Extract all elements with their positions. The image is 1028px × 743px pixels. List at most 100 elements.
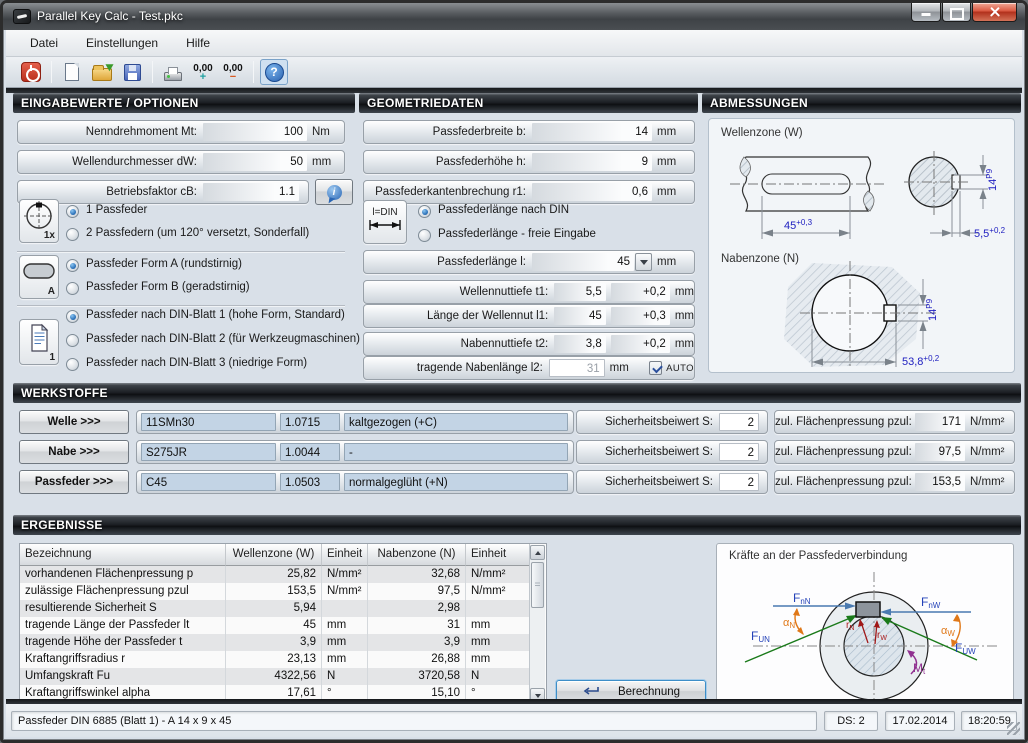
welle-safety-input[interactable]: 2	[719, 413, 759, 431]
table-scrollbar[interactable]	[529, 545, 545, 703]
col-header: Einheit	[322, 544, 368, 566]
hub-drawing: 14P9 53,8+0,2	[712, 255, 1012, 373]
decimals-plus-icon: 0,00+	[193, 64, 212, 82]
result-w-value: 45	[226, 617, 322, 634]
material-name: C45	[141, 473, 276, 491]
passfederlaenge-input[interactable]: 45	[532, 253, 634, 271]
radio-label[interactable]: Passfederlänge - freie Eingabe	[438, 228, 596, 240]
pressure-label: zul. Flächenpressung pzul:	[775, 446, 915, 458]
field-label: Länge der Wellennut l1:	[364, 310, 554, 322]
menu-datei[interactable]: Datei	[20, 32, 68, 54]
decimals-decrease-button[interactable]: 0,00−	[219, 59, 247, 85]
radio-din-blatt-3[interactable]	[66, 358, 79, 371]
welle-material-button[interactable]: Welle >>>	[19, 410, 129, 434]
radio-length-free[interactable]	[418, 229, 431, 242]
result-w-unit	[322, 600, 368, 617]
kantenbrechung-input[interactable]: 0,6	[532, 183, 652, 201]
auto-checkbox[interactable]	[649, 361, 662, 375]
result-w-value: 5,94	[226, 600, 322, 617]
nabennuttiefe-input[interactable]: 3,8	[554, 335, 605, 353]
radio-length-din[interactable]	[418, 205, 431, 218]
geometry-panel-header: GEOMETRIEDATEN	[359, 93, 698, 113]
result-n-value: 97,5	[368, 583, 466, 600]
radio-label[interactable]: Passfeder nach DIN-Blatt 1 (hohe Form, S…	[86, 309, 345, 321]
passfederbreite-input[interactable]: 14	[532, 123, 652, 141]
wellennuttiefe-tolerance: +0,2	[611, 283, 670, 301]
nabe-safety-row: Sicherheitsbeiwert S: 2	[576, 440, 768, 464]
field-passfederbreite: Passfederbreite b: 14 mm	[363, 120, 695, 144]
scroll-thumb[interactable]	[531, 562, 544, 608]
passfeder-material-button[interactable]: Passfeder >>>	[19, 470, 129, 494]
field-passfederhoehe: Passfederhöhe h: 9 mm	[363, 150, 695, 174]
save-button[interactable]	[118, 59, 146, 85]
main-content: EINGABEWERTE / OPTIONEN Nenndrehmoment M…	[6, 88, 1022, 704]
field-label: Wellennuttiefe t1:	[364, 286, 554, 298]
toolbar-separator	[51, 61, 52, 83]
wellennut-laenge-input[interactable]: 45	[554, 307, 605, 325]
radio-din-blatt-2[interactable]	[66, 334, 79, 347]
col-header: Bezeichnung	[20, 544, 226, 566]
radio-two-keys[interactable]	[66, 228, 79, 241]
svg-text:45+0,3: 45+0,3	[784, 218, 813, 232]
radio-label[interactable]: 2 Passfedern (um 120° versetzt, Sonderfa…	[86, 227, 309, 239]
exit-button[interactable]	[17, 59, 45, 85]
radio-label[interactable]: Passfeder nach DIN-Blatt 2 (für Werkzeug…	[86, 333, 360, 345]
field-unit: mm	[652, 256, 676, 268]
print-button[interactable]	[159, 59, 187, 85]
pressure-label: zul. Flächenpressung pzul:	[775, 416, 915, 428]
passfederhoehe-input[interactable]: 9	[532, 153, 652, 171]
results-panel-header: ERGEBNISSE	[13, 515, 1021, 535]
welle-material-row: 11SMn30 1.0715 kaltgezogen (+C)	[136, 410, 574, 434]
toolbar-separator	[253, 61, 254, 83]
result-w-unit: mm	[322, 617, 368, 634]
field-label: tragende Nabenlänge l2:	[364, 362, 549, 374]
nabe-safety-input[interactable]: 2	[719, 443, 759, 461]
radio-one-key[interactable]	[66, 205, 79, 218]
radio-label[interactable]: Passfeder Form A (rundstirnig)	[86, 258, 242, 270]
result-n-value: 31	[368, 617, 466, 634]
new-file-button[interactable]	[58, 59, 86, 85]
titlebar[interactable]: Parallel Key Calc - Test.pkc	[3, 3, 1025, 30]
field-unit: mm	[670, 338, 694, 350]
length-dropdown-button[interactable]	[635, 253, 652, 271]
result-n-unit	[466, 600, 530, 617]
toolbar-separator	[152, 61, 153, 83]
svg-text:FnN: FnN	[793, 591, 811, 606]
radio-form-b[interactable]	[66, 282, 79, 295]
help-button[interactable]: ?	[260, 59, 288, 85]
radio-form-a[interactable]	[66, 259, 79, 272]
wellennuttiefe-input[interactable]: 5,5	[554, 283, 605, 301]
resize-grip[interactable]	[1007, 722, 1020, 735]
scroll-up-button[interactable]	[530, 545, 545, 560]
material-number: 1.0044	[280, 443, 340, 461]
status-text: Passfeder DIN 6885 (Blatt 1) - A 14 x 9 …	[11, 711, 817, 731]
nenndrehmoment-input[interactable]: 100	[203, 123, 307, 141]
field-unit: mm	[652, 156, 676, 168]
minimize-button[interactable]	[911, 3, 941, 22]
field-unit: mm	[605, 362, 629, 374]
close-button[interactable]	[972, 3, 1017, 22]
berechnung-label: Berechnung	[618, 686, 680, 698]
menu-hilfe[interactable]: Hilfe	[176, 32, 220, 54]
radio-label[interactable]: Passfeder nach DIN-Blatt 3 (niedrige For…	[86, 357, 307, 369]
field-wellendurchmesser: Wellendurchmesser dW: 50 mm	[17, 150, 345, 174]
maximize-button[interactable]	[942, 3, 971, 22]
radio-label[interactable]: 1 Passfeder	[86, 204, 147, 216]
radio-din-blatt-1[interactable]	[66, 310, 79, 323]
key-count-icon: 1x	[19, 199, 59, 243]
decimals-increase-button[interactable]: 0,00+	[189, 59, 217, 85]
material-name: S275JR	[141, 443, 276, 461]
nabe-material-button[interactable]: Nabe >>>	[19, 440, 129, 464]
wellendurchmesser-input[interactable]: 50	[203, 153, 307, 171]
field-unit: Nm	[307, 126, 330, 138]
return-icon	[582, 686, 600, 698]
betriebsfaktor-input[interactable]: 1.1	[203, 183, 299, 201]
info-button[interactable]: i	[315, 179, 353, 205]
passfeder-safety-input[interactable]: 2	[719, 473, 759, 491]
open-file-button[interactable]	[88, 59, 116, 85]
result-w-value: 153,5	[226, 583, 322, 600]
passfeder-material-row: C45 1.0503 normalgeglüht (+N)	[136, 470, 574, 494]
menu-einstellungen[interactable]: Einstellungen	[76, 32, 168, 54]
radio-label[interactable]: Passfeder Form B (geradstirnig)	[86, 281, 250, 293]
radio-label[interactable]: Passfederlänge nach DIN	[438, 204, 569, 216]
